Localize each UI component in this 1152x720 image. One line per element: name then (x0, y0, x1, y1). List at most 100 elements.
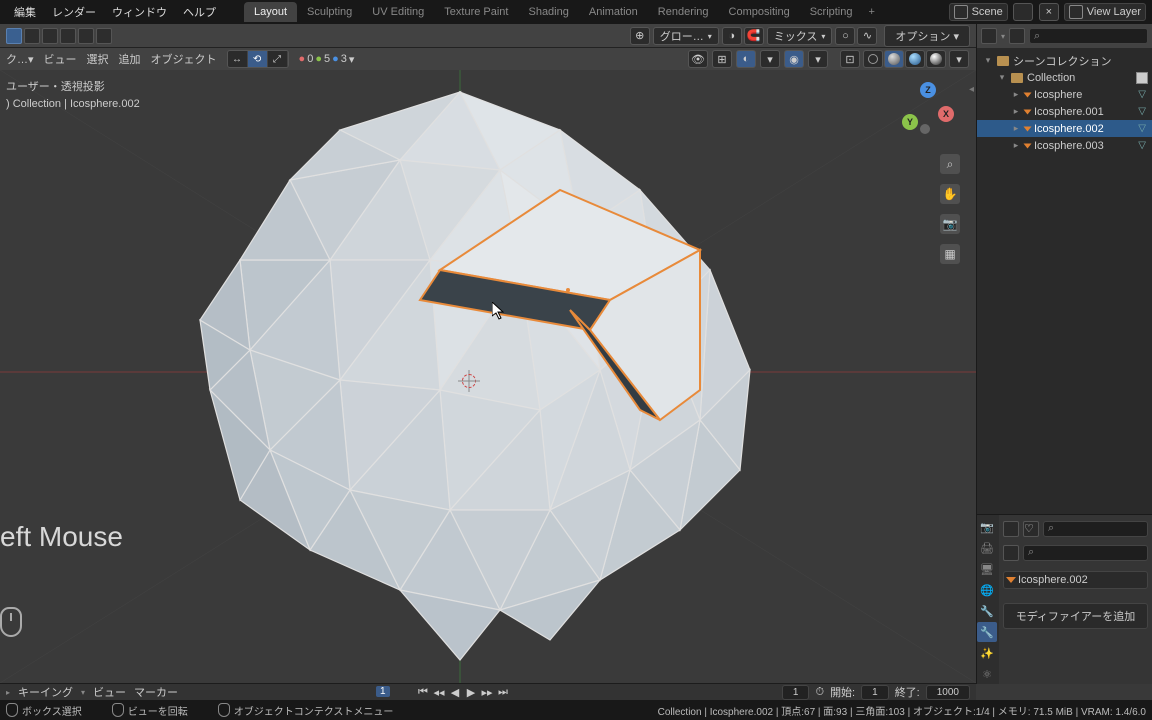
timeline-mode-icon[interactable] (6, 688, 10, 697)
selectmode-1-icon[interactable] (24, 28, 40, 44)
tab-uv-editing[interactable]: UV Editing (362, 2, 434, 22)
prop-tab-view-icon[interactable]: 🖥 (977, 559, 997, 579)
prop-tab-output-icon[interactable]: 🖨 (977, 538, 997, 558)
properties-object-name[interactable]: Icosphere.002 (1003, 571, 1148, 589)
viewport-collapse-icon[interactable]: ◂ (969, 84, 974, 95)
snap-dropdown[interactable]: ミックス (767, 27, 833, 45)
gizmo-z-axis[interactable]: Z (920, 82, 936, 98)
collection-checkbox[interactable] (1136, 72, 1148, 84)
prev-key-icon[interactable]: ◂◂ (432, 685, 446, 699)
scene-delete-button[interactable]: × (1039, 3, 1059, 21)
play-icon[interactable]: ▶ (464, 685, 478, 699)
prop-tab-particle-icon[interactable]: ✨ (977, 643, 997, 663)
prop-tab-modifier-icon[interactable]: 🔧 (977, 622, 997, 642)
pivot-icon[interactable]: ◑ (722, 27, 742, 45)
snap-icon[interactable]: 🧲 (744, 27, 764, 45)
selectmode-2-icon[interactable] (42, 28, 58, 44)
mesh-data-icon[interactable]: ▽ (1138, 89, 1150, 100)
add-modifier-button[interactable]: モディファイアーを追加 (1003, 603, 1148, 629)
zoom-icon[interactable]: ⌕ (940, 154, 960, 174)
shading-dropdown-icon[interactable]: ▾ (949, 50, 969, 68)
menu-window[interactable]: ウィンドウ (104, 0, 175, 24)
tree-collection[interactable]: ▾ Collection (977, 69, 1152, 86)
camera-icon[interactable]: 📷 (940, 214, 960, 234)
selectmode-4-icon[interactable] (78, 28, 94, 44)
orientation-dropdown[interactable]: グロー… (653, 27, 719, 45)
properties-search-input[interactable] (1043, 521, 1148, 537)
visibility-icon[interactable]: 👁 (688, 50, 708, 68)
gizmo-neg-axis[interactable] (920, 124, 930, 134)
gizmo-y-axis[interactable]: Y (902, 114, 918, 130)
tab-sculpting[interactable]: Sculpting (297, 2, 362, 22)
tree-item-icosphere-003[interactable]: ▸ Icosphere.003 ▽ (977, 137, 1152, 154)
breadcrumb-search[interactable] (1023, 545, 1148, 561)
prop-tab-physics-icon[interactable]: ⚛ (977, 664, 997, 684)
start-frame-input[interactable]: 1 (861, 685, 889, 700)
outliner-filter-icon[interactable] (1009, 28, 1025, 44)
jump-start-icon[interactable]: ⏮ (416, 685, 430, 699)
mode-object-icon[interactable] (6, 28, 22, 44)
tab-texture-paint[interactable]: Texture Paint (434, 2, 518, 22)
pan-icon[interactable]: ✋ (940, 184, 960, 204)
end-frame-input[interactable]: 1000 (926, 685, 970, 700)
menu-edit[interactable]: 編集 (6, 0, 44, 24)
outliner-mode-icon[interactable] (981, 28, 997, 44)
prop-tab-world-icon[interactable]: 🔧 (977, 601, 997, 621)
mesh-data-icon[interactable]: ▽ (1138, 106, 1150, 117)
timeline-marker[interactable]: マーカー (134, 684, 178, 700)
shade-solid-icon[interactable] (884, 50, 904, 68)
tab-animation[interactable]: Animation (579, 2, 648, 22)
prop-tab-scene-icon[interactable]: 🌐 (977, 580, 997, 600)
menu-render[interactable]: レンダー (44, 0, 104, 24)
breadcrumb-icon[interactable] (1003, 545, 1019, 561)
vhdr-add[interactable]: 追加 (119, 51, 141, 67)
tab-compositing[interactable]: Compositing (719, 2, 800, 22)
mesh-data-icon[interactable]: ▽ (1138, 140, 1150, 151)
shade-wireframe-icon[interactable] (863, 50, 883, 68)
xray-toggle-icon[interactable]: ▾ (760, 50, 780, 68)
jump-end-icon[interactable]: ⏭ (496, 685, 510, 699)
tab-scripting[interactable]: Scripting (800, 2, 863, 22)
vhdr-view[interactable]: ビュー (44, 51, 77, 67)
gizmo-x-axis[interactable]: X (938, 106, 954, 122)
gizmo-toggle-icon[interactable]: ⊞ (712, 50, 732, 68)
shade-matprev-icon[interactable] (905, 50, 925, 68)
timeline-view[interactable]: ビュー (93, 684, 126, 700)
overlays-dropdown-icon[interactable]: ▾ (808, 50, 828, 68)
mesh-data-icon[interactable]: ▽ (1138, 123, 1150, 134)
timeline-keying[interactable]: キーイング (18, 684, 73, 700)
tree-item-icosphere-001[interactable]: ▸ Icosphere.001 ▽ (977, 103, 1152, 120)
prop-tab-render-icon[interactable]: 📷 (977, 517, 997, 537)
tree-item-icosphere-002[interactable]: ▸ Icosphere.002 ▽ (977, 120, 1152, 137)
overlays-icon[interactable]: ◉ (784, 50, 804, 68)
autokey-icon[interactable]: ⏱ (815, 686, 824, 699)
xray-icon[interactable]: ⊡ (840, 50, 860, 68)
tree-scene-collection[interactable]: ▾ シーンコレクション (977, 52, 1152, 69)
vhdr-menu-1[interactable]: ク…▾ (6, 51, 34, 67)
overlay-toggle-icon[interactable]: ◐ (736, 50, 756, 68)
scene-new-button[interactable] (1013, 3, 1033, 21)
proportional-falloff-icon[interactable]: ∿ (857, 27, 877, 45)
tree-item-icosphere[interactable]: ▸ Icosphere ▽ (977, 86, 1152, 103)
current-frame-marker[interactable]: 1 (376, 686, 390, 697)
selectmode-5-icon[interactable] (96, 28, 112, 44)
navigation-gizmo[interactable]: Z Y X (900, 82, 956, 138)
shade-rendered-icon[interactable] (926, 50, 946, 68)
play-reverse-icon[interactable]: ◀ (448, 685, 462, 699)
next-key-icon[interactable]: ▸▸ (480, 685, 494, 699)
properties-mode-icon[interactable] (1003, 521, 1019, 537)
viewlayer-selector[interactable]: View Layer (1064, 3, 1146, 21)
options-dropdown[interactable]: オプション ▾ (884, 25, 970, 47)
transform-rotate-icon[interactable]: ⟲ (248, 51, 268, 67)
transform-move-icon[interactable]: ↔ (228, 51, 248, 67)
selectmode-3-icon[interactable] (60, 28, 76, 44)
menu-help[interactable]: ヘルプ (175, 0, 224, 24)
tab-layout[interactable]: Layout (244, 2, 297, 22)
outliner-search-input[interactable] (1029, 28, 1148, 44)
add-workspace-button[interactable]: + (862, 4, 880, 20)
tab-shading[interactable]: Shading (518, 2, 578, 22)
orientation-icon[interactable]: ⊕ (630, 27, 650, 45)
current-frame-input[interactable]: 1 (782, 685, 810, 700)
perspective-icon[interactable]: ▦ (940, 244, 960, 264)
vhdr-object[interactable]: オブジェクト (151, 51, 217, 67)
